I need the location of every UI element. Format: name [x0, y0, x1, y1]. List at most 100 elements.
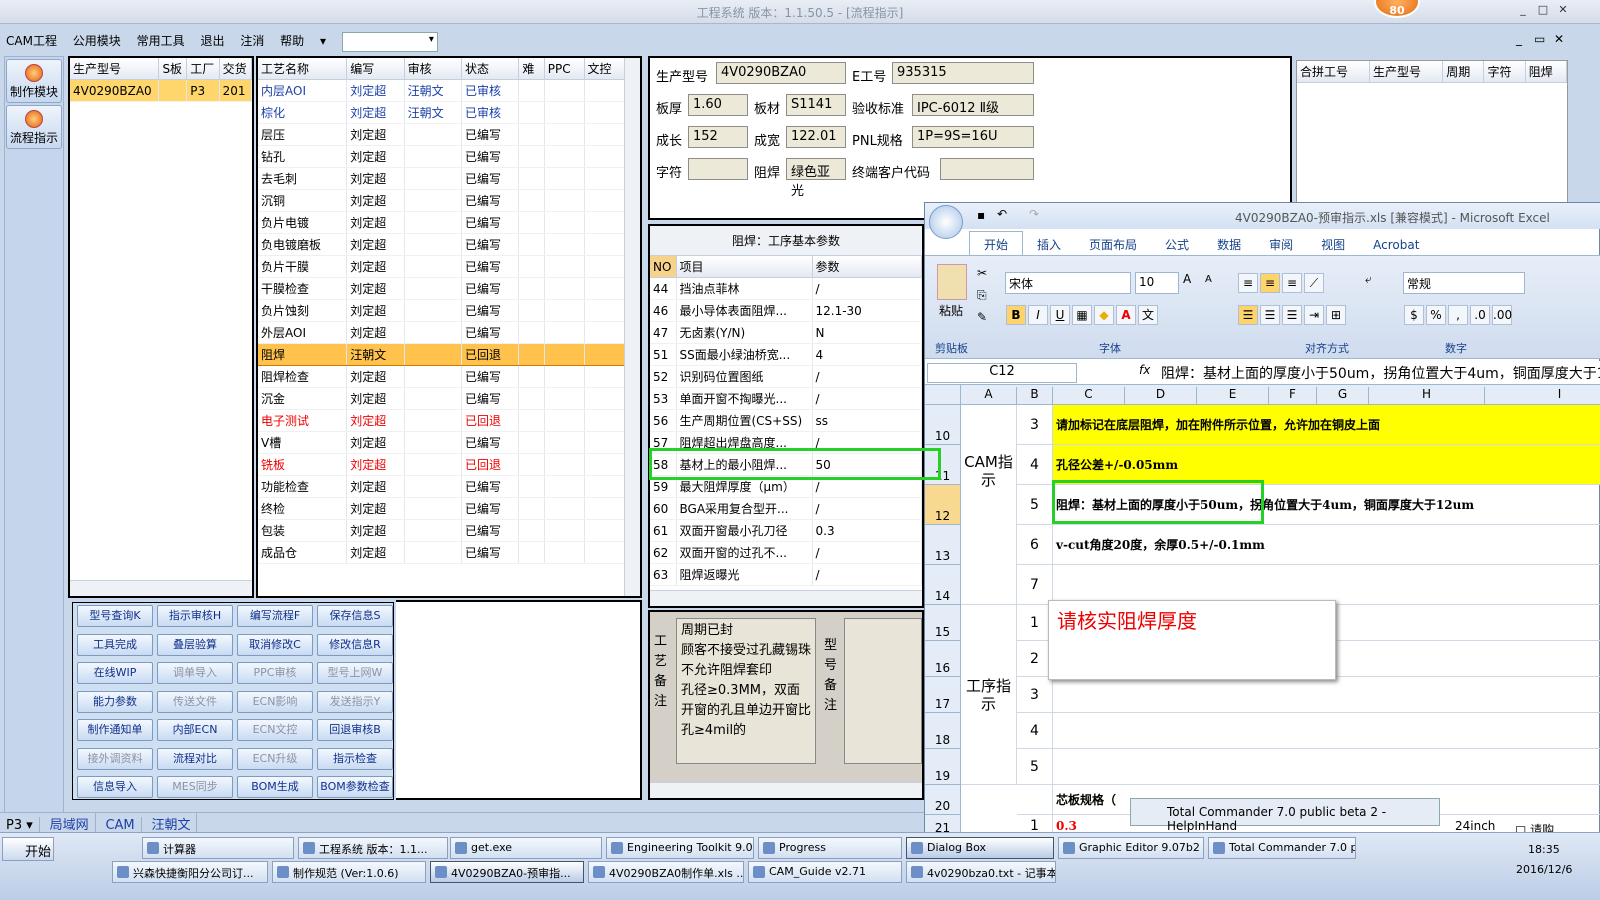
column-header[interactable]: D — [1125, 387, 1197, 405]
taskbar-item[interactable]: Total Commander 7.0 p... — [1208, 837, 1356, 859]
table-row[interactable]: 包装 刘定超 已编写 — [258, 519, 627, 542]
table-row[interactable]: 46 最小导体表面阻焊... 12.1-30 — [650, 299, 922, 322]
col-model[interactable]: 生产型号 — [70, 58, 160, 80]
sheet-cell[interactable]: 请加标记在底层阻焊，加在附件所示位置，允许加在铜皮上面 — [1053, 405, 1600, 445]
redo-icon[interactable]: ↷ — [1029, 207, 1039, 221]
column-header[interactable]: B — [1017, 387, 1053, 405]
align-left-icon[interactable]: ☰ — [1238, 305, 1258, 325]
office-button[interactable] — [929, 205, 963, 239]
paste-icon[interactable] — [937, 264, 967, 300]
table-row[interactable]: 成品仓 刘定超 已编写 — [258, 541, 627, 564]
table-row[interactable]: 内层AOI 刘定超 汪朝文 已审核 — [258, 79, 627, 102]
function-button[interactable]: ECN升级 — [237, 747, 313, 770]
table-row[interactable]: 阻焊 汪朝文 已回退 — [258, 343, 627, 366]
ribbon-tab[interactable]: 视图 — [1307, 232, 1359, 257]
column-header[interactable]: C — [1053, 387, 1125, 405]
horizontal-scrollbar[interactable] — [70, 580, 252, 596]
fill-color-icon[interactable]: ◆ — [1094, 305, 1114, 325]
eng-field[interactable]: 935315 — [892, 62, 1034, 84]
taskbar-item[interactable]: 工程系统 版本：1.1... — [298, 837, 448, 859]
flow-guide-button[interactable]: 流程指示 — [6, 105, 62, 149]
menu-combo[interactable] — [341, 31, 438, 52]
sheet-cell[interactable]: 6 — [1017, 525, 1053, 565]
col-merge-model[interactable]: 生产型号 — [1369, 61, 1444, 83]
function-button[interactable]: 修改信息R — [317, 633, 393, 656]
col-factory[interactable]: 工厂 — [186, 58, 220, 80]
model-remark-text[interactable] — [844, 618, 922, 764]
sheet-cell[interactable] — [1053, 749, 1600, 785]
border-icon[interactable]: ▦ — [1072, 305, 1092, 325]
table-row[interactable]: 电子测试 刘定超 已回退 — [258, 409, 627, 432]
sheet-cell[interactable] — [1053, 713, 1600, 749]
col-reviewer[interactable]: 审核 — [404, 58, 462, 80]
undo-icon[interactable]: ↶ — [997, 207, 1007, 221]
function-button[interactable]: 发送指示Y — [317, 690, 393, 713]
col-process[interactable]: 工艺名称 — [258, 58, 348, 80]
table-row[interactable]: 56 生产周期位置(CS+SS) ss — [650, 409, 922, 432]
table-row[interactable]: 52 识别码位置图纸 / — [650, 365, 922, 388]
phonetic-icon[interactable]: 文 — [1138, 305, 1158, 325]
formula-input[interactable]: 阻焊：基材上面的厚度小于50um，拐角位置大于4um，铜面厚度大于12u — [1161, 363, 1600, 383]
indent-icon[interactable]: ⇥ — [1304, 305, 1324, 325]
taskbar-item[interactable]: Engineering Toolkit 9.0... — [606, 837, 754, 859]
params-scrollbar[interactable] — [650, 590, 922, 606]
table-row[interactable]: 负片干膜 刘定超 已编写 — [258, 255, 627, 278]
align-bottom-icon[interactable]: ≡ — [1282, 273, 1302, 293]
col-merge-cycle[interactable]: 周期 — [1442, 61, 1485, 83]
column-header[interactable]: I — [1485, 387, 1600, 405]
mdi-minimize-button[interactable]: _ — [1516, 32, 1522, 46]
column-header[interactable]: H — [1369, 387, 1485, 405]
remark-scrollbar[interactable] — [650, 782, 922, 798]
col-merge-id[interactable]: 合拼工号 — [1297, 61, 1371, 83]
function-button[interactable]: 取消修改C — [237, 633, 313, 656]
menu-help[interactable]: 帮助 — [274, 28, 310, 53]
align-top-icon[interactable]: ≡ — [1238, 273, 1258, 293]
row-header[interactable]: 20 — [925, 785, 961, 815]
grow-font-icon[interactable]: A — [1183, 272, 1191, 286]
function-button[interactable]: 指示检查 — [317, 747, 393, 770]
make-module-button[interactable]: 制作模块 — [6, 59, 62, 103]
sheet-cell[interactable]: 5 — [1017, 485, 1053, 525]
function-button[interactable]: BOM生成 — [237, 776, 313, 798]
mdi-restore-button[interactable]: ▭ — [1534, 32, 1545, 46]
shrink-font-icon[interactable]: A — [1205, 274, 1212, 285]
start-button[interactable]: 开始 — [2, 837, 54, 861]
ribbon-tab[interactable]: 插入 — [1023, 232, 1075, 257]
increase-decimal-icon[interactable]: .0 — [1470, 305, 1490, 325]
char-field[interactable] — [688, 158, 748, 180]
sheet-cell[interactable]: v-cut角度20度，余厚0.5+/-0.1mm — [1053, 525, 1600, 565]
taskbar-item[interactable]: 计算器 — [142, 837, 294, 859]
taskbar-item[interactable]: Dialog Box — [906, 837, 1054, 859]
font-size-select[interactable]: 10 — [1135, 272, 1179, 294]
underline-button[interactable]: U — [1050, 305, 1070, 325]
function-button[interactable]: 指示审核H — [157, 605, 233, 627]
taskbar-item[interactable]: Graphic Editor 9.07b2 (... — [1058, 837, 1204, 859]
mdi-close-button[interactable]: ✕ — [1554, 32, 1564, 46]
percent-icon[interactable]: % — [1426, 305, 1446, 325]
sheet-cell[interactable]: 孔径公差+/-0.05mm — [1053, 445, 1600, 485]
col-param[interactable]: 参数 — [812, 256, 922, 278]
col-status[interactable]: 状态 — [461, 58, 520, 80]
table-row[interactable]: 终检 刘定超 已编写 — [258, 497, 627, 520]
ribbon-tab[interactable]: 数据 — [1203, 232, 1255, 257]
table-row[interactable]: 阻焊检查 刘定超 已编写 — [258, 365, 627, 388]
function-button[interactable]: 流程对比 — [157, 747, 233, 770]
col-merge-mask[interactable]: 阻焊 — [1525, 61, 1568, 83]
table-row[interactable]: 负片蚀刻 刘定超 已编写 — [258, 299, 627, 322]
function-button[interactable]: 保存信息S — [317, 605, 393, 627]
width-field[interactable]: 122.01 — [786, 126, 846, 148]
table-row[interactable]: 53 单面开窗不掏曝光... / — [650, 387, 922, 410]
font-select[interactable]: 宋体 — [1005, 272, 1131, 294]
function-button[interactable]: PPC审核 — [237, 662, 313, 684]
model-field[interactable]: 4V0290BZA0 — [716, 62, 846, 84]
table-row[interactable]: 功能检查 刘定超 已编写 — [258, 475, 627, 498]
ribbon-tab[interactable]: 页面布局 — [1075, 232, 1151, 257]
tc-notification[interactable]: Total Commander 7.0 public beta 2 - Help… — [1130, 798, 1440, 833]
align-right-icon[interactable]: ☰ — [1282, 305, 1302, 325]
col-delivery[interactable]: 交货 — [219, 58, 253, 80]
section-cam[interactable]: CAM指示 — [961, 405, 1017, 605]
vertical-scrollbar[interactable] — [624, 58, 640, 596]
col-ppc[interactable]: PPC — [544, 58, 585, 80]
table-row[interactable]: 60 BGA采用复合型开... / — [650, 497, 922, 520]
menu-common-module[interactable]: 公用模块 — [67, 28, 127, 53]
